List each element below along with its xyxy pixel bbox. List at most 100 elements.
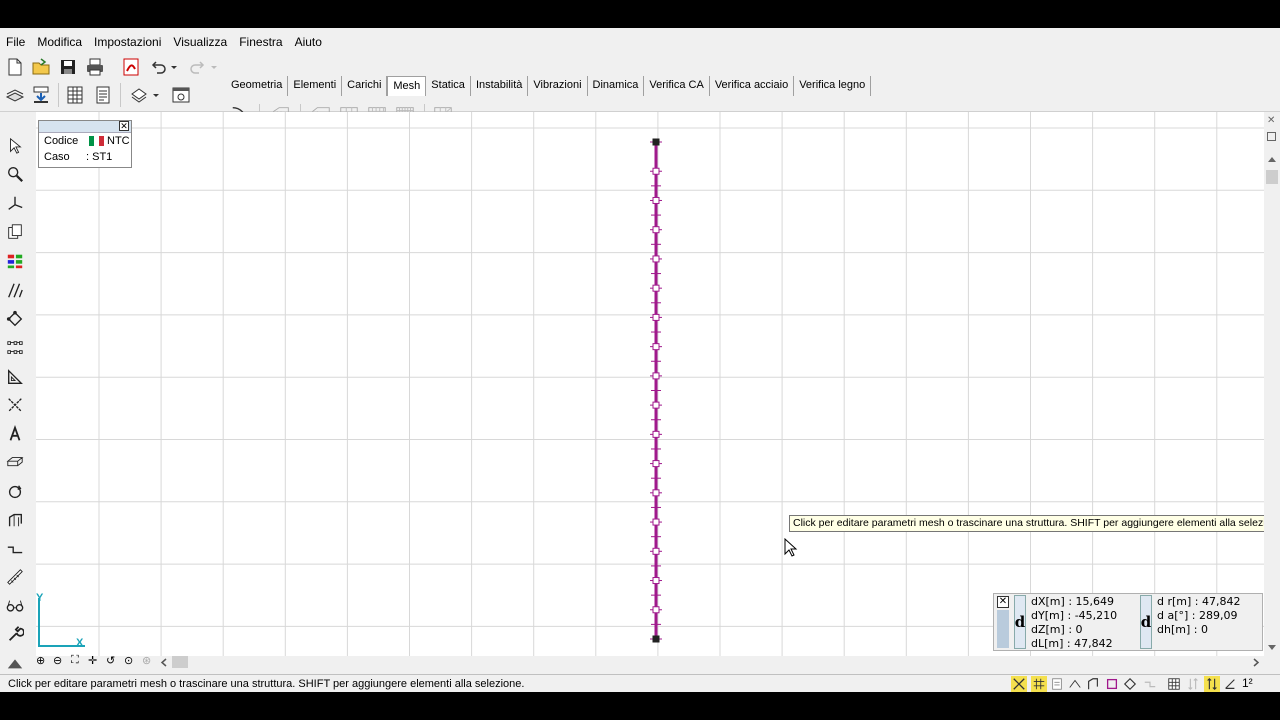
table-icon[interactable] (64, 84, 86, 106)
rotate-icon[interactable] (3, 480, 27, 504)
pdf-export-icon[interactable] (120, 56, 142, 78)
view-3d-dropdown-icon[interactable] (150, 84, 162, 106)
snap-line-icon[interactable] (1142, 676, 1158, 692)
tab-instabilita[interactable]: Instabilità (470, 76, 529, 96)
snap-node-icon[interactable] (1067, 676, 1083, 692)
tab-geometria[interactable]: Geometria (226, 76, 289, 96)
triangle-ruler-icon[interactable] (3, 365, 27, 389)
mesh-node[interactable] (652, 167, 660, 175)
horizontal-scroll-thumb[interactable] (172, 656, 188, 668)
scroll-up-icon[interactable] (1267, 155, 1277, 163)
mesh-node[interactable] (652, 460, 660, 468)
select-arrow-icon[interactable] (3, 134, 27, 158)
tab-carichi[interactable]: Carichi (342, 76, 388, 96)
mesh-node[interactable] (652, 547, 660, 555)
menu-impostazioni[interactable]: Impostazioni (88, 32, 167, 52)
mesh-node[interactable] (652, 196, 660, 204)
undo-dropdown-icon[interactable] (168, 56, 180, 78)
snap-diamond-icon[interactable] (1122, 676, 1138, 692)
mesh-node[interactable] (652, 430, 660, 438)
save-icon[interactable] (57, 56, 79, 78)
snap-angle-icon[interactable] (1222, 676, 1238, 692)
offset-line-icon[interactable] (3, 537, 27, 561)
vertical-scroll-thumb[interactable] (1266, 170, 1278, 184)
axes-icon[interactable] (3, 191, 27, 215)
nodes-grid-icon[interactable] (3, 336, 27, 360)
scroll-left-icon[interactable] (160, 658, 168, 667)
menu-finestra[interactable]: Finestra (233, 32, 288, 52)
scroll-right-icon[interactable] (1252, 658, 1260, 667)
snap-element-icon[interactable] (1104, 676, 1120, 692)
ruler-icon[interactable] (3, 565, 27, 589)
zoom-in-icon[interactable]: ⊕ (36, 654, 45, 667)
open-folder-icon[interactable] (30, 56, 52, 78)
canvas-maximize-icon[interactable] (1267, 132, 1276, 141)
snap-arrows-icon[interactable] (1185, 676, 1201, 692)
mesh-node[interactable] (652, 518, 660, 526)
drawing-canvas[interactable] (36, 112, 1264, 656)
undo-icon[interactable] (148, 56, 170, 78)
mesh-node[interactable] (652, 284, 660, 292)
text-annotation-icon[interactable] (3, 422, 27, 446)
mesh-node[interactable] (652, 255, 660, 263)
menu-file[interactable]: File (0, 32, 31, 52)
scissors-icon[interactable] (3, 393, 27, 417)
dimension-icon[interactable] (3, 278, 27, 302)
menu-aiuto[interactable]: Aiuto (289, 32, 328, 52)
tab-dinamica[interactable]: Dinamica (587, 76, 645, 96)
zoom-previous-icon[interactable]: ↺ (106, 654, 115, 667)
snap-page-icon[interactable] (1049, 676, 1065, 692)
mesh-node[interactable] (652, 489, 660, 497)
view-3d-icon[interactable] (128, 84, 150, 106)
node-edit-icon[interactable] (3, 307, 27, 331)
layer-number[interactable]: 1² (1242, 676, 1253, 690)
render-window-icon[interactable] (170, 84, 192, 106)
menu-modifica[interactable]: Modifica (31, 32, 88, 52)
frame-icon[interactable] (3, 508, 27, 532)
tab-elementi[interactable]: Elementi (288, 76, 343, 96)
tab-verifica-legno[interactable]: Verifica legno (794, 76, 872, 96)
layers-icon[interactable] (4, 84, 26, 106)
plane-section-icon[interactable] (3, 451, 27, 475)
menu-visualizza[interactable]: Visualizza (167, 32, 233, 52)
vertical-scrollbar[interactable]: ✕ (1264, 112, 1280, 656)
tab-statica[interactable]: Statica (426, 76, 471, 96)
mesh-node[interactable] (652, 401, 660, 409)
zoom-window-icon[interactable]: ⊙ (124, 654, 133, 667)
snap-grid-icon[interactable] (1031, 676, 1047, 692)
copy-paste-icon[interactable] (3, 220, 27, 244)
import-icon[interactable] (30, 84, 52, 106)
zoom-next-icon[interactable]: ⊛ (142, 654, 151, 667)
canvas-close-icon[interactable]: ✕ (1267, 115, 1275, 126)
scroll-down-icon[interactable] (1267, 644, 1277, 652)
pan-icon[interactable]: ✛ (88, 654, 97, 667)
end-node[interactable] (652, 138, 660, 146)
snap-updown-icon[interactable] (1204, 676, 1220, 692)
tab-mesh[interactable]: Mesh (387, 76, 427, 96)
mesh-node[interactable] (652, 606, 660, 614)
zoom-out-icon[interactable]: ⊖ (53, 654, 62, 667)
print-icon[interactable] (84, 56, 106, 78)
snap-table-icon[interactable] (1166, 676, 1182, 692)
home-view-icon[interactable] (3, 651, 27, 675)
zoom-extents-icon[interactable]: ⛶ (71, 654, 79, 667)
tab-vibrazioni[interactable]: Vibrazioni (528, 76, 588, 96)
legend-close-icon[interactable]: ✕ (119, 121, 129, 131)
tab-verifica-acciaio[interactable]: Verifica acciaio (709, 76, 795, 96)
new-file-icon[interactable] (4, 56, 26, 78)
snap-cross-icon[interactable] (1011, 676, 1027, 692)
legend-header[interactable]: ✕ (39, 121, 131, 133)
snap-frame-icon[interactable] (1085, 676, 1101, 692)
mesh-node[interactable] (652, 313, 660, 321)
zoom-icon[interactable] (3, 162, 27, 186)
coord-close-icon[interactable]: ✕ (997, 596, 1009, 608)
mesh-node[interactable] (652, 577, 660, 585)
redo-icon[interactable] (186, 56, 208, 78)
tab-verifica-ca[interactable]: Verifica CA (644, 76, 710, 96)
color-palette-icon[interactable] (3, 249, 27, 273)
wrench-icon[interactable] (3, 622, 27, 646)
glasses-icon[interactable] (3, 594, 27, 618)
mesh-node[interactable] (652, 226, 660, 234)
report-icon[interactable] (92, 84, 114, 106)
horizontal-scrollbar[interactable]: ⊕ ⊖ ⛶ ✛ ↺ ⊙ ⊛ (36, 654, 1264, 668)
